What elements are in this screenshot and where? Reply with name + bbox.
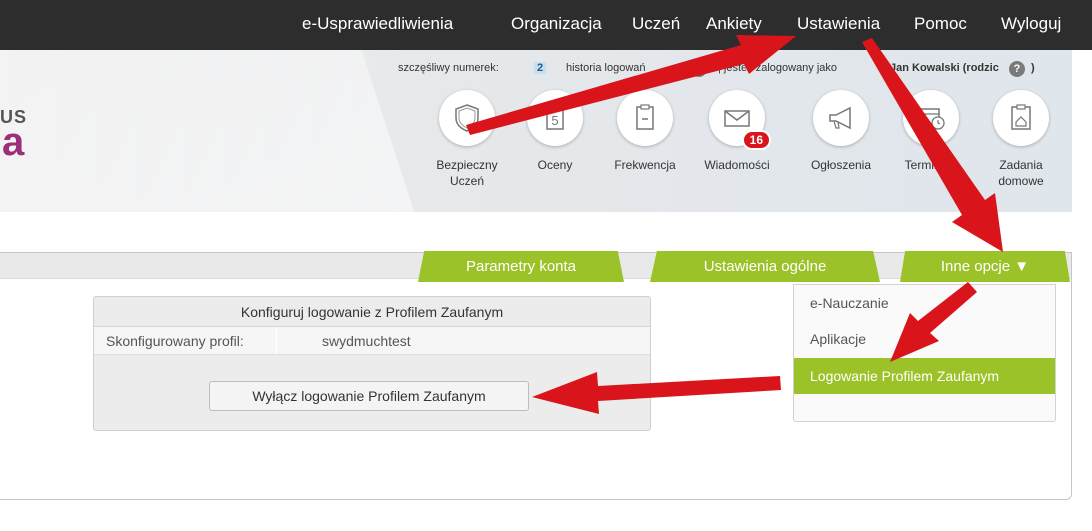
nav-organizacja[interactable]: Organizacja [511, 14, 602, 34]
tab-parametry-konta[interactable]: Parametry konta [418, 251, 624, 282]
logo-letter: a [2, 120, 25, 164]
lucky-number-value: 2 [534, 62, 547, 74]
grades-icon: 5 [527, 90, 583, 146]
tile-label: Frekwencja [614, 158, 676, 172]
header-decoration [0, 50, 417, 212]
tile-oceny[interactable]: 5 Oceny [508, 90, 602, 173]
menu-item-logowanie-profilem-zaufanym[interactable]: Logowanie Profilem Zaufanym [794, 358, 1055, 394]
tile-terminarz[interactable]: Terminarz [884, 90, 978, 173]
logged-in-label: | jesteś zalogowany jako [718, 62, 838, 74]
configured-profile-label: Skonfigurowany profil: [106, 333, 244, 349]
tile-wiadomosci[interactable]: 16 Wiadomości [690, 90, 784, 173]
tile-label: Zadania domowe [998, 158, 1044, 188]
row-divider [276, 327, 277, 355]
top-navigation-bar: e-Usprawiedliwienia Organizacja Uczeń An… [0, 0, 1092, 50]
help-icon[interactable]: ? [1009, 61, 1025, 77]
nav-ankiety[interactable]: Ankiety [706, 14, 762, 34]
config-title: Konfiguruj logowanie z Profilem Zaufanym [94, 297, 650, 327]
tile-label: Bezpieczny Uczeń [436, 158, 498, 188]
lucky-number-label: szczęśliwy numerek: [398, 62, 499, 74]
calendar-icon [903, 90, 959, 146]
svg-text:5: 5 [551, 113, 558, 128]
tile-ogloszenia[interactable]: Ogłoszenia [794, 90, 888, 173]
trusted-profile-config-box: Konfiguruj logowanie z Profilem Zaufanym… [93, 296, 651, 431]
configured-profile-value: swydmuchtest [322, 333, 411, 349]
menu-item-e-nauczanie[interactable]: e-Nauczanie [794, 285, 1055, 321]
nav-ustawienia[interactable]: Ustawienia [797, 14, 880, 34]
user-name: Jan Kowalski (rodzic [890, 62, 999, 74]
unread-messages-badge: 16 [741, 130, 771, 150]
nav-uczen[interactable]: Uczeń [632, 14, 680, 34]
tile-bezpieczny-uczen[interactable]: Bezpieczny Uczeń [420, 90, 514, 189]
megaphone-icon [813, 90, 869, 146]
menu-item-aplikacje[interactable]: Aplikacje [794, 321, 1055, 357]
user-name-close: ) [1031, 62, 1035, 74]
nav-pomoc[interactable]: Pomoc [914, 14, 967, 34]
tab-inne-opcje[interactable]: Inne opcje ▼ [900, 251, 1070, 282]
tile-label: Ogłoszenia [810, 158, 872, 172]
tile-label: Terminarz [904, 158, 958, 172]
nav-e-usprawiedliwienia[interactable]: e-Usprawiedliwienia [302, 14, 453, 34]
login-history-link[interactable]: historia logowań [566, 62, 646, 74]
tile-frekwencja[interactable]: Frekwencja [598, 90, 692, 173]
homework-icon [993, 90, 1049, 146]
other-options-dropdown: e-Nauczanie Aplikacje Logowanie Profilem… [793, 284, 1056, 422]
configured-profile-row: Skonfigurowany profil: swydmuchtest [94, 327, 650, 355]
shield-icon [439, 90, 495, 146]
disable-trusted-profile-button[interactable]: Wyłącz logowanie Profilem Zaufanym [209, 381, 529, 411]
tile-zadania-domowe[interactable]: Zadania domowe [974, 90, 1068, 189]
tile-label: Wiadomości [704, 158, 770, 172]
tile-label: Oceny [537, 158, 573, 172]
nav-wyloguj[interactable]: Wyloguj [1001, 14, 1061, 34]
help-icon[interactable]: ? [691, 61, 707, 77]
envelope-icon: 16 [709, 90, 771, 150]
tab-ustawienia-ogolne[interactable]: Ustawienia ogólne [650, 251, 880, 282]
attendance-icon [617, 90, 673, 146]
